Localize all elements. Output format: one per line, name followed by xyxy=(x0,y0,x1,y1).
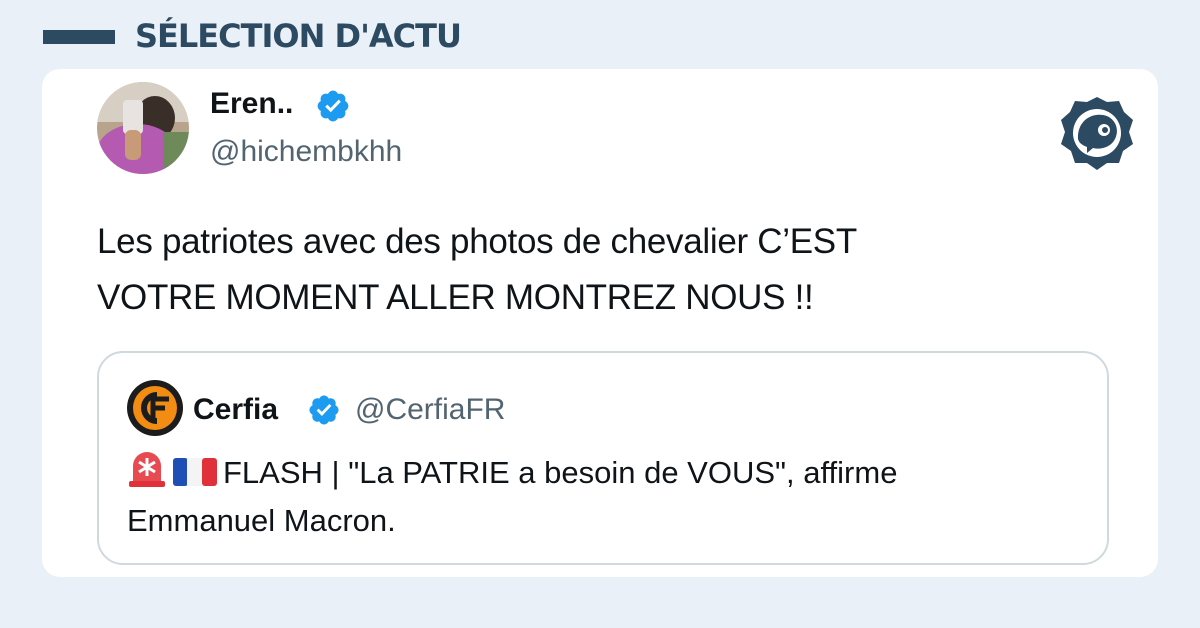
verified-badge-icon xyxy=(317,90,349,122)
brand-logo-icon xyxy=(1061,97,1133,170)
section-title: SÉLECTION D'ACTU xyxy=(135,17,462,55)
quoted-author-handle[interactable]: @CerfiaFR xyxy=(355,393,505,427)
quoted-text-line: FLASH | "La PATRIE a besoin de VOUS", af… xyxy=(127,449,1087,497)
tweet-text-line: VOTRE MOMENT ALLER MONTREZ NOUS !! xyxy=(97,278,814,317)
quoted-author-avatar[interactable] xyxy=(127,380,183,436)
author-name[interactable]: Eren.. xyxy=(210,87,293,121)
quoted-text-line-1: FLASH | "La PATRIE a besoin de VOUS", af… xyxy=(223,455,898,490)
header-accent-bar xyxy=(43,30,115,44)
tweet-text: Les patriotes avec des photos de chevali… xyxy=(97,214,1097,326)
quoted-text-line-2: Emmanuel Macron. xyxy=(127,503,396,538)
author-avatar[interactable] xyxy=(97,82,189,174)
french-flag-emoji xyxy=(173,458,217,486)
verified-badge-icon xyxy=(309,395,339,425)
quoted-tweet-text: FLASH | "La PATRIE a besoin de VOUS", af… xyxy=(127,449,1087,545)
tweet-card[interactable]: Eren.. @hichembkhh Les patriotes avec de… xyxy=(42,69,1158,577)
tweet-text-line: Les patriotes avec des photos de chevali… xyxy=(97,222,857,261)
quoted-tweet[interactable]: Cerfia @CerfiaFR FLASH | "La PATRIE a be… xyxy=(97,351,1109,565)
rotating-light-emoji xyxy=(129,452,165,487)
author-handle[interactable]: @hichembkhh xyxy=(210,135,402,169)
quoted-author-name[interactable]: Cerfia xyxy=(193,393,278,427)
